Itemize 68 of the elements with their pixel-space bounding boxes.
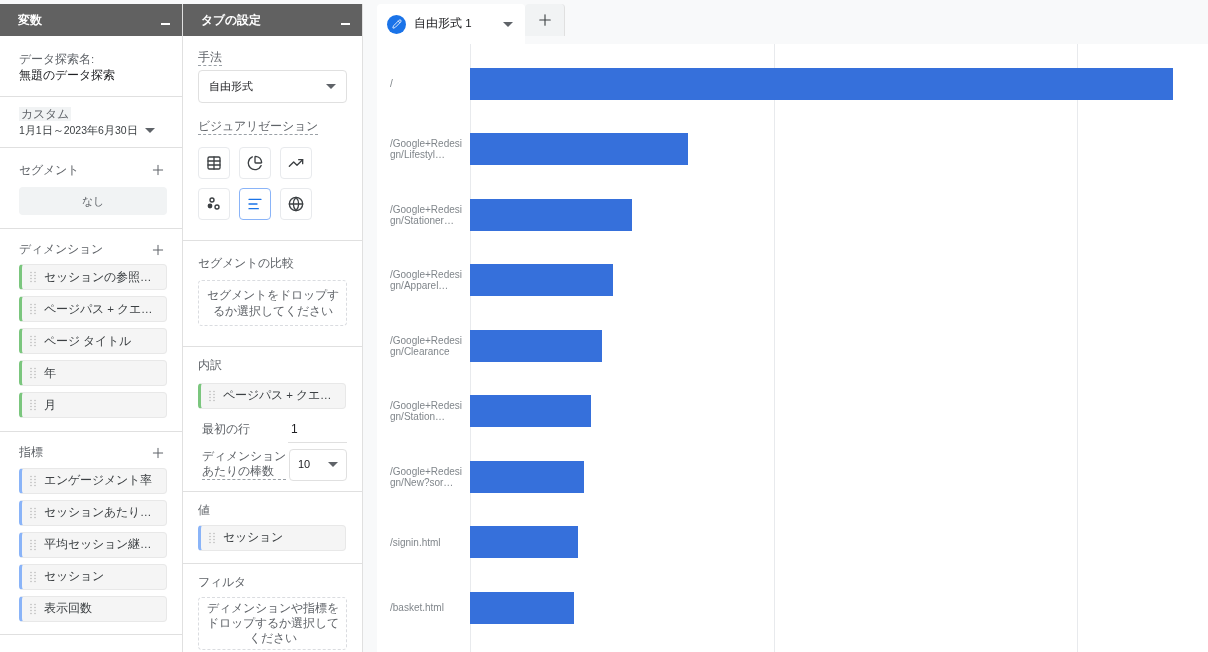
exploration-tab[interactable]: 自由形式 1 <box>377 4 525 44</box>
drag-handle-icon <box>209 389 215 402</box>
bar-label: /Google+Redesign/Lifestyl… <box>390 138 463 161</box>
drag-handle-icon <box>30 303 36 316</box>
field-label: ディメンションあたりの棒数 <box>202 449 286 480</box>
field-chip[interactable]: セッション <box>198 524 346 551</box>
drag-handle-icon <box>30 506 36 519</box>
first-row-label: 最初の行 <box>202 421 251 437</box>
drag-handle-icon <box>30 271 36 284</box>
first-row-field[interactable]: 1 <box>288 416 347 443</box>
drag-handle-icon <box>30 335 36 348</box>
add-tab-button[interactable] <box>525 4 565 36</box>
field-chip[interactable]: 表示回数 <box>19 595 167 622</box>
drag-handle-icon <box>30 367 36 380</box>
bar-label: / <box>390 78 394 90</box>
section-title: 値 <box>198 502 211 518</box>
drag-handle-icon <box>30 399 36 412</box>
bar-label: /Google+Redesign/Stationer… <box>390 203 463 226</box>
drag-handle-icon <box>30 570 36 583</box>
section-title: セグメントの比較 <box>198 256 295 271</box>
drag-handle-icon <box>30 474 36 487</box>
section-title: 指標 <box>19 445 43 461</box>
bar-label: /signin.html <box>390 536 442 548</box>
table-icon <box>206 155 222 171</box>
bar-label: /Google+Redesign/Clearance <box>390 334 463 357</box>
panel-title: タブの設定 <box>201 12 261 29</box>
field-chip[interactable]: エンゲージメント率 <box>19 467 167 494</box>
drag-handle-icon <box>209 531 215 544</box>
field-chip[interactable]: セッションあたり… <box>19 499 167 526</box>
exploration-name[interactable]: 無題のデータ探索 <box>19 67 163 83</box>
drag-handle-icon <box>30 538 36 551</box>
dropdown-caret-icon <box>328 462 338 467</box>
field-chip[interactable]: ページパス + クエ… <box>19 296 167 323</box>
technique-dropdown[interactable]: 自由形式 <box>198 70 347 103</box>
section-title: 内訳 <box>198 358 223 374</box>
exploration-name-label: データ探索名: <box>19 52 96 67</box>
field-chip[interactable]: 平均セッション継… <box>19 531 167 558</box>
date-type-chip: カスタム <box>19 107 71 121</box>
filter-drop-zone[interactable]: ディメンションや指標をドロップするか選択してください <box>198 597 347 650</box>
globe-icon <box>288 196 304 212</box>
dropdown-caret-icon <box>145 128 155 134</box>
empty-segment-box: なし <box>19 187 167 215</box>
bar-label: /Google+Redesign/Station… <box>390 400 463 423</box>
field-label: 手法 <box>198 50 222 66</box>
field-chip[interactable]: 年 <box>19 360 167 387</box>
section-title: フィルタ <box>198 574 247 590</box>
date-range-dropdown[interactable]: 1月1日～2023年6月30日 <box>19 123 163 139</box>
bar-label: /basket.html <box>390 602 445 614</box>
bar-label: /Google+Redesign/New?sor… <box>390 465 463 488</box>
section-title: ディメンション <box>19 242 103 257</box>
pie-chart-icon <box>247 155 263 171</box>
pencil-icon <box>387 14 406 34</box>
field-chip[interactable]: ページパス + クエ… <box>198 382 346 409</box>
dropdown-caret-icon <box>326 84 336 89</box>
bar-label: /Google+Redesign/Apparel… <box>390 269 463 292</box>
field-chip[interactable]: セッション <box>19 563 167 590</box>
section-title: セグメント <box>19 162 79 178</box>
bar-chart-icon <box>247 196 263 212</box>
field-label: ビジュアリゼーション <box>198 119 318 135</box>
panel-title: 変数 <box>18 12 42 29</box>
field-chip[interactable]: ページ タイトル <box>19 328 167 355</box>
field-chip[interactable]: セッションの参照… <box>19 264 167 291</box>
drag-handle-icon <box>30 602 36 615</box>
scatter-icon <box>206 196 222 212</box>
segment-drop-zone[interactable]: セグメントをドロップするか選択してください <box>198 280 347 327</box>
field-chip[interactable]: 月 <box>19 392 167 419</box>
bars-per-dimension-dropdown[interactable]: 10 <box>289 448 347 481</box>
dropdown-caret-icon <box>503 21 513 27</box>
